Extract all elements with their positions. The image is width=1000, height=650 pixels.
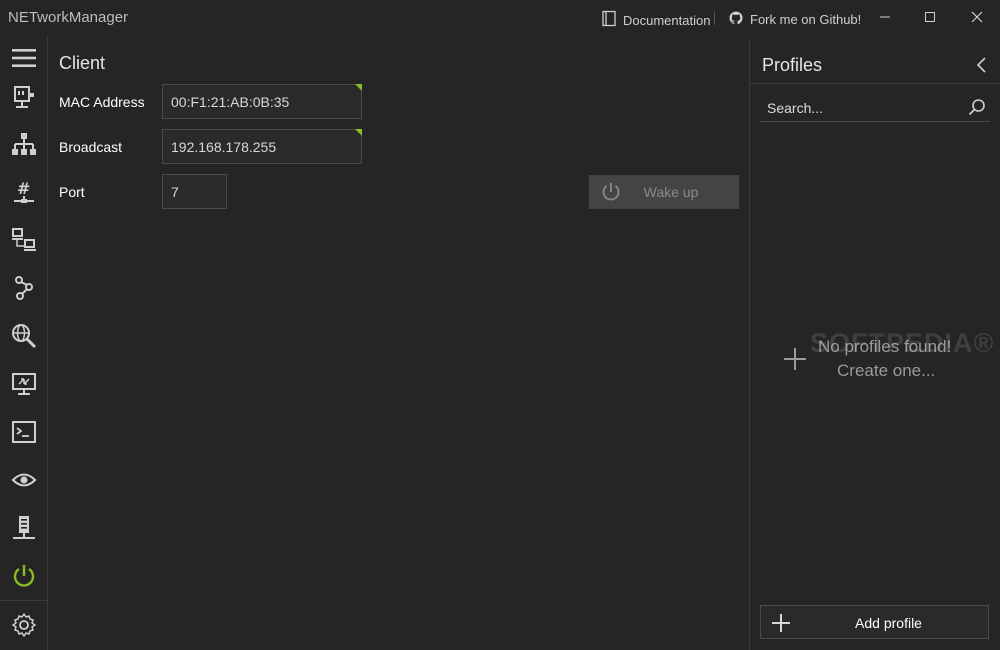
server-icon[interactable] <box>8 512 40 544</box>
add-profile-label: Add profile <box>855 615 922 631</box>
mac-address-field-wrap <box>162 84 362 119</box>
sidebar-divider <box>0 600 48 601</box>
terminal-icon[interactable] <box>8 416 40 448</box>
profiles-header-divider <box>750 83 1000 84</box>
port-scanner-icon[interactable] <box>8 224 40 256</box>
ip-scanner-icon[interactable] <box>8 128 40 160</box>
hamburger-menu-icon[interactable] <box>8 42 40 74</box>
gear-icon[interactable] <box>8 609 40 641</box>
github-icon <box>728 10 744 29</box>
titlebar-separator <box>714 11 715 25</box>
mac-address-input[interactable] <box>162 84 362 119</box>
wake-up-button[interactable]: Wake up <box>589 175 739 209</box>
port-input[interactable] <box>162 174 227 209</box>
page-title: Client <box>59 53 106 73</box>
broadcast-input[interactable] <box>162 129 362 164</box>
documentation-label: Documentation <box>623 12 711 28</box>
app-title: NETworkManager <box>8 9 129 26</box>
traceroute-icon[interactable] <box>8 272 40 304</box>
title-bar: NETworkManager Documentation Fork me on … <box>0 0 1000 36</box>
remote-desktop-icon[interactable] <box>8 368 40 400</box>
maximize-button[interactable] <box>915 4 945 30</box>
eye-icon[interactable] <box>8 464 40 496</box>
github-label: Fork me on Github! <box>750 12 862 27</box>
plus-icon <box>784 348 806 370</box>
profiles-panel: Profiles No profiles found! Create one..… <box>750 36 1000 650</box>
github-link[interactable]: Fork me on Github! <box>728 10 861 29</box>
close-button[interactable] <box>962 4 992 30</box>
book-icon <box>601 10 617 30</box>
network-interface-icon[interactable] <box>8 82 40 114</box>
broadcast-field-wrap <box>162 129 362 164</box>
broadcast-label: Broadcast <box>59 139 123 155</box>
sidebar: # <box>0 36 48 650</box>
search-icon[interactable] <box>968 98 986 116</box>
documentation-link[interactable]: Documentation <box>601 10 710 30</box>
profiles-search-input[interactable] <box>760 94 990 122</box>
mac-address-label: MAC Address <box>59 94 145 110</box>
chevron-left-icon[interactable] <box>972 55 990 75</box>
power-icon <box>589 181 633 203</box>
no-profiles-text: No profiles found! <box>818 337 952 356</box>
history-corner-marker <box>355 84 362 91</box>
add-profile-button[interactable]: Add profile <box>760 605 989 639</box>
history-corner-marker <box>355 129 362 136</box>
dns-lookup-icon[interactable] <box>8 320 40 352</box>
wake-on-lan-icon[interactable] <box>8 560 40 592</box>
svg-text:#: # <box>17 179 30 198</box>
minimize-button[interactable] <box>870 4 900 30</box>
profiles-title: Profiles <box>762 55 823 75</box>
minimize-icon <box>880 16 890 18</box>
close-icon <box>971 11 983 23</box>
main-panel: Client MAC Address Broadcast Port Wake u… <box>49 36 749 650</box>
create-one-text: Create one... <box>837 361 936 380</box>
create-profile-hint[interactable]: No profiles found! Create one... <box>782 336 992 386</box>
maximize-icon <box>925 12 935 22</box>
wake-up-label: Wake up <box>643 184 699 200</box>
port-label: Port <box>59 184 85 200</box>
subnet-calculator-icon[interactable]: # <box>8 176 40 208</box>
